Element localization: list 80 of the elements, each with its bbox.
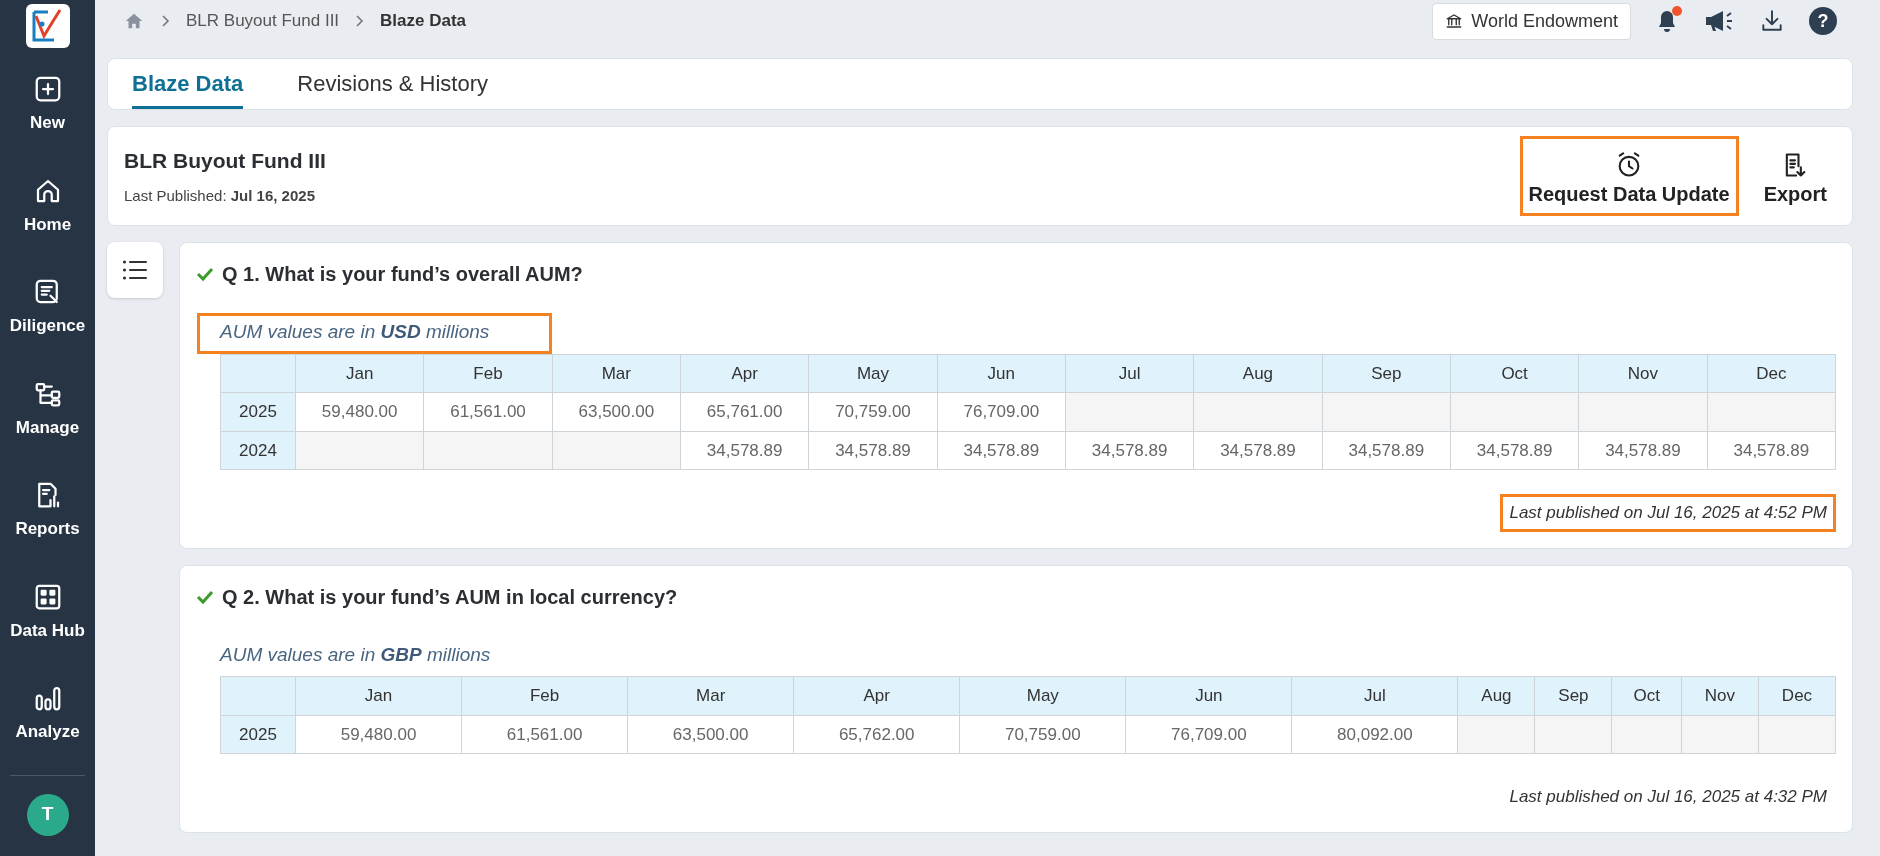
- column-header: Jun: [1125, 676, 1292, 715]
- organization-button[interactable]: World Endowment: [1432, 2, 1631, 40]
- column-header: Apr: [793, 676, 960, 715]
- table-cell: 65,761.00: [680, 392, 809, 431]
- sidebar-item[interactable]: Diligence: [0, 267, 95, 349]
- table-cell: 34,578.89: [1707, 431, 1836, 470]
- column-header: Dec: [1707, 354, 1836, 393]
- question-title: Q 2. What is your fund’s AUM in local currency?: [222, 584, 678, 610]
- row-header: 2025: [220, 715, 296, 754]
- table-cell: 34,578.89: [1065, 431, 1194, 470]
- row-header: 2024: [220, 431, 296, 470]
- column-header: Mar: [627, 676, 794, 715]
- table-cell: 63,500.00: [627, 715, 794, 754]
- column-header: Sep: [1322, 354, 1451, 393]
- table-cell: 34,578.89: [808, 431, 938, 470]
- table-cell: 34,578.89: [1450, 431, 1579, 470]
- table-cell: 34,578.89: [1322, 431, 1451, 470]
- list-icon: [122, 259, 148, 281]
- download-icon[interactable]: [1759, 8, 1785, 34]
- table-cell: 70,759.00: [808, 392, 938, 431]
- column-header: Feb: [461, 676, 628, 715]
- help-button[interactable]: ?: [1809, 7, 1837, 35]
- column-header: Mar: [552, 354, 681, 393]
- table-cell: 61,561.00: [423, 392, 553, 431]
- breadcrumb-link[interactable]: Blaze Data: [380, 8, 467, 34]
- column-header: Jul: [1291, 676, 1458, 715]
- unit-note: AUM values are in USD millions: [197, 313, 553, 354]
- fund-title: BLR Buyout Fund III: [124, 148, 326, 174]
- table-cell: 34,578.89: [680, 431, 809, 470]
- table-cell: 63,500.00: [552, 392, 681, 431]
- row-header: 2025: [220, 392, 296, 431]
- column-header: Oct: [1450, 354, 1579, 393]
- export-button[interactable]: Export: [1754, 135, 1836, 217]
- last-published-text: Last Published: Jul 16, 2025: [124, 185, 316, 206]
- column-header: Jul: [1065, 354, 1194, 393]
- column-header: Jan: [295, 676, 462, 715]
- request-update-button[interactable]: Request Data Update: [1519, 135, 1739, 217]
- table-cell: 34,578.89: [1578, 431, 1708, 470]
- table-cell: 61,561.00: [461, 715, 628, 754]
- megaphone-icon[interactable]: [1703, 8, 1735, 34]
- table-cell: 76,709.00: [1125, 715, 1292, 754]
- sidebar-item[interactable]: Manage: [0, 368, 95, 450]
- table-cell: 70,759.00: [959, 715, 1126, 754]
- unit-note: AUM values are in GBP millions: [218, 642, 492, 667]
- column-header: May: [808, 354, 938, 393]
- column-header: Aug: [1457, 676, 1535, 715]
- bank-icon: [1445, 12, 1464, 30]
- chevron-icon: [161, 14, 170, 28]
- publish-timestamp: Last published on Jul 16, 2025 at 4:32 PM: [1508, 786, 1828, 808]
- tab[interactable]: Blaze Data: [132, 57, 244, 109]
- column-header: Oct: [1611, 676, 1682, 715]
- table-cell: 65,762.00: [793, 715, 960, 754]
- publish-timestamp: Last published on Jul 16, 2025 at 4:52 PM: [1500, 494, 1836, 532]
- column-header: Feb: [423, 354, 553, 393]
- sidebar-item[interactable]: Reports: [0, 470, 95, 552]
- column-header: Jan: [295, 354, 424, 393]
- sidebar-item[interactable]: Analyze: [0, 673, 95, 755]
- chevron-icon: [355, 14, 365, 28]
- column-header: Aug: [1193, 354, 1323, 393]
- table-cell: 76,709.00: [937, 392, 1066, 431]
- column-header: Sep: [1534, 676, 1612, 715]
- sidebar-item[interactable]: New: [0, 64, 95, 146]
- column-header: Dec: [1758, 676, 1836, 715]
- sidebar-item[interactable]: Home: [0, 165, 95, 247]
- table-cell: 59,480.00: [295, 392, 424, 431]
- column-header: May: [959, 676, 1126, 715]
- table-cell: 34,578.89: [937, 431, 1066, 470]
- table-cell: 34,578.89: [1193, 431, 1323, 470]
- column-header: Apr: [680, 354, 809, 393]
- list-menu-button[interactable]: [107, 242, 163, 298]
- tab[interactable]: Revisions & History: [297, 57, 488, 109]
- column-header: Jun: [937, 354, 1066, 393]
- question-title: Q 1. What is your fund’s overall AUM?: [222, 262, 583, 287]
- breadcrumb-link[interactable]: BLR Buyout Fund III: [186, 8, 340, 34]
- logo-icon[interactable]: [25, 4, 70, 48]
- column-header: Nov: [1681, 676, 1759, 715]
- table-cell: 80,092.00: [1291, 715, 1458, 754]
- sidebar-item[interactable]: Data Hub: [0, 571, 95, 653]
- column-header: Nov: [1578, 354, 1708, 393]
- table-cell: 59,480.00: [295, 715, 462, 754]
